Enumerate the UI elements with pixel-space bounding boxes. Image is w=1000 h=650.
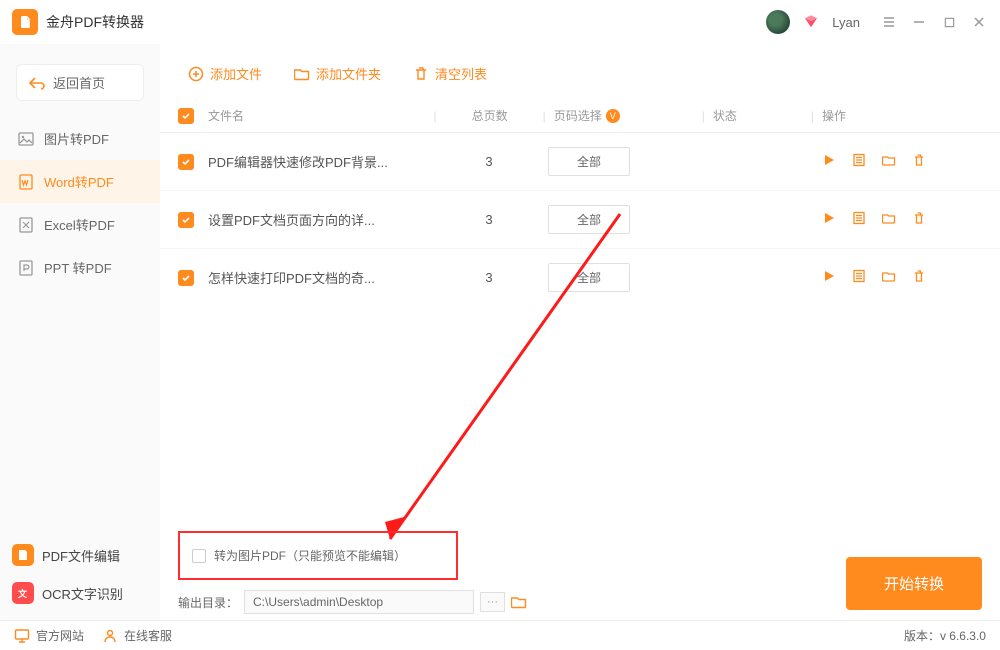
add-file-button[interactable]: 添加文件 [178, 58, 272, 89]
trash-icon[interactable] [912, 153, 926, 170]
sidebar-item-label: 图片转PDF [44, 129, 109, 148]
output-label: 输出目录： [178, 594, 238, 611]
list-icon[interactable] [852, 211, 866, 228]
play-icon[interactable] [822, 211, 836, 228]
sidebar-item-excel-to-pdf[interactable]: Excel转PDF [0, 203, 160, 246]
row-pages: 3 [430, 270, 548, 285]
vip-diamond-icon[interactable] [802, 13, 820, 31]
pdf-edit-icon [12, 544, 34, 566]
play-icon[interactable] [822, 269, 836, 286]
minimize-icon[interactable] [910, 13, 928, 31]
output-path-input[interactable]: C:\Users\admin\Desktop [244, 590, 474, 614]
statusbar: 官方网站 在线客服 版本：v 6.6.3.0 [0, 620, 1000, 650]
page-select-button[interactable]: 全部 [548, 263, 630, 292]
table-row: 设置PDF文档页面方向的详... 3 全部 [160, 190, 1000, 248]
word-icon [18, 174, 34, 190]
row-filename: 怎样快速打印PDF文档的奇... [208, 268, 430, 287]
convert-to-image-pdf-option[interactable]: 转为图片PDF（只能预览不能编辑） [178, 531, 458, 580]
start-convert-button[interactable]: 开始转换 [846, 557, 982, 610]
maximize-icon[interactable] [940, 13, 958, 31]
list-icon[interactable] [852, 153, 866, 170]
table-row: PDF编辑器快速修改PDF背景... 3 全部 [160, 133, 1000, 190]
sidebar-item-label: Excel转PDF [44, 215, 115, 234]
folder-icon[interactable] [882, 153, 896, 170]
col-status: 状态 [713, 107, 803, 124]
toolbar: 添加文件 添加文件夹 清空列表 [160, 44, 1000, 99]
col-pages: 总页数 [445, 107, 535, 124]
option-checkbox[interactable] [192, 549, 206, 563]
page-select-button[interactable]: 全部 [548, 205, 630, 234]
table-header: 文件名 | 总页数 | 页码选择V | 状态 | 操作 [160, 99, 1000, 133]
version-label: 版本：v 6.6.3.0 [904, 627, 986, 644]
list-icon[interactable] [852, 269, 866, 286]
clear-list-button[interactable]: 清空列表 [403, 58, 497, 89]
row-filename: PDF编辑器快速修改PDF背景... [208, 152, 430, 171]
folder-icon[interactable] [882, 211, 896, 228]
sidebar-item-label: PDF文件编辑 [42, 546, 120, 565]
official-site-link[interactable]: 官方网站 [14, 627, 84, 644]
folder-icon[interactable] [882, 269, 896, 286]
col-page-select: 页码选择V [554, 107, 694, 124]
trash-icon[interactable] [912, 211, 926, 228]
menu-icon[interactable] [880, 13, 898, 31]
online-support-link[interactable]: 在线客服 [102, 627, 172, 644]
page-select-button[interactable]: 全部 [548, 147, 630, 176]
sidebar-item-pdf-edit[interactable]: PDF文件编辑 [0, 536, 160, 574]
row-checkbox[interactable] [178, 270, 194, 286]
plus-circle-icon [188, 66, 204, 82]
sidebar-item-label: PPT 转PDF [44, 258, 112, 277]
option-label: 转为图片PDF（只能预览不能编辑） [214, 547, 406, 564]
row-pages: 3 [430, 154, 548, 169]
clear-icon [413, 66, 429, 82]
browse-button[interactable]: ··· [480, 592, 505, 612]
close-icon[interactable] [970, 13, 988, 31]
monitor-icon [14, 628, 30, 644]
row-filename: 设置PDF文档页面方向的详... [208, 210, 430, 229]
username: Lyan [832, 15, 860, 30]
vip-badge-icon: V [606, 109, 620, 123]
sidebar-item-label: OCR文字识别 [42, 584, 123, 603]
sidebar-item-label: Word转PDF [44, 172, 114, 191]
image-icon [18, 131, 34, 147]
headset-icon [102, 628, 118, 644]
titlebar: 金舟PDF转换器 Lyan [0, 0, 1000, 44]
svg-text:文: 文 [17, 588, 28, 599]
row-pages: 3 [430, 212, 548, 227]
open-folder-icon[interactable] [511, 594, 527, 610]
row-checkbox[interactable] [178, 154, 194, 170]
app-title: 金舟PDF转换器 [46, 12, 144, 32]
trash-icon[interactable] [912, 269, 926, 286]
excel-icon [18, 217, 34, 233]
sidebar: 返回首页 图片转PDF Word转PDF Excel转PDF PPT 转PDF … [0, 44, 160, 620]
back-arrow-icon [29, 76, 45, 90]
back-label: 返回首页 [53, 73, 105, 92]
back-button[interactable]: 返回首页 [16, 64, 144, 101]
avatar[interactable] [766, 10, 790, 34]
sidebar-item-ocr[interactable]: 文 OCR文字识别 [0, 574, 160, 612]
folder-icon [294, 66, 310, 82]
table-row: 怎样快速打印PDF文档的奇... 3 全部 [160, 248, 1000, 306]
ppt-icon [18, 260, 34, 276]
sidebar-item-word-to-pdf[interactable]: Word转PDF [0, 160, 160, 203]
app-logo [12, 9, 38, 35]
row-checkbox[interactable] [178, 212, 194, 228]
content: 添加文件 添加文件夹 清空列表 文件名 | 总页数 | 页码选择V | 状态 |… [160, 44, 1000, 620]
add-folder-button[interactable]: 添加文件夹 [284, 58, 391, 89]
col-ops: 操作 [822, 107, 982, 124]
col-filename: 文件名 [208, 107, 426, 124]
play-icon[interactable] [822, 153, 836, 170]
sidebar-item-image-to-pdf[interactable]: 图片转PDF [0, 117, 160, 160]
sidebar-item-ppt-to-pdf[interactable]: PPT 转PDF [0, 246, 160, 289]
select-all-checkbox[interactable] [178, 108, 194, 124]
ocr-icon: 文 [12, 582, 34, 604]
